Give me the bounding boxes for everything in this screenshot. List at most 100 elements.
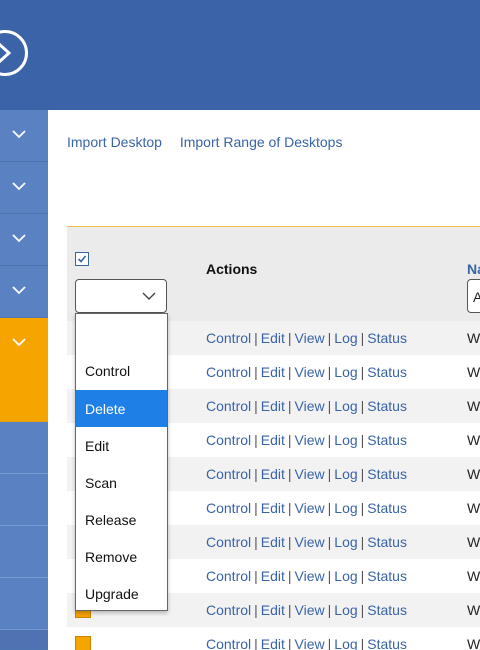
status-link[interactable]: Status: [367, 534, 407, 550]
view-link[interactable]: View: [295, 568, 325, 584]
control-link[interactable]: Control: [206, 432, 251, 448]
menu-option-scan[interactable]: Scan: [76, 464, 167, 501]
status-link[interactable]: Status: [367, 432, 407, 448]
edit-link[interactable]: Edit: [261, 534, 285, 550]
view-link[interactable]: View: [295, 466, 325, 482]
desktop-name: W: [467, 636, 480, 650]
separator: |: [327, 432, 332, 448]
sidebar-item-bottom[interactable]: [0, 630, 48, 650]
log-link[interactable]: Log: [334, 568, 357, 584]
view-link[interactable]: View: [295, 364, 325, 380]
menu-option-upgrade[interactable]: Upgrade: [76, 575, 167, 612]
circle-arrow-icon: [0, 42, 12, 64]
edit-link[interactable]: Edit: [261, 636, 285, 650]
edit-link[interactable]: Edit: [261, 466, 285, 482]
row-actions: Control | Edit | View | Log | Status: [206, 534, 407, 550]
import-desktop-link[interactable]: Import Desktop: [67, 134, 162, 150]
edit-link[interactable]: Edit: [261, 568, 285, 584]
separator: |: [287, 364, 292, 380]
separator: |: [287, 568, 292, 584]
import-links: Import Desktop Import Range of Desktops: [67, 134, 356, 150]
bulk-action-select[interactable]: [75, 279, 167, 313]
status-link[interactable]: Status: [367, 364, 407, 380]
row-actions: Control | Edit | View | Log | Status: [206, 636, 407, 650]
status-link[interactable]: Status: [367, 466, 407, 482]
row-actions: Control | Edit | View | Log | Status: [206, 466, 407, 482]
name-column-header[interactable]: Na: [467, 261, 480, 277]
import-range-link[interactable]: Import Range of Desktops: [180, 134, 343, 150]
chevron-down-icon: [12, 130, 26, 139]
edit-link[interactable]: Edit: [261, 432, 285, 448]
log-link[interactable]: Log: [334, 636, 357, 650]
status-link[interactable]: Status: [367, 398, 407, 414]
view-link[interactable]: View: [295, 534, 325, 550]
menu-option-release[interactable]: Release: [76, 501, 167, 538]
view-link[interactable]: View: [295, 432, 325, 448]
checkbox-checked-icon: [77, 255, 87, 263]
status-link[interactable]: Status: [367, 602, 407, 618]
log-link[interactable]: Log: [334, 364, 357, 380]
control-link[interactable]: Control: [206, 364, 251, 380]
name-filter-input[interactable]: A: [467, 279, 480, 313]
separator: |: [360, 330, 365, 346]
separator: |: [327, 364, 332, 380]
sidebar-item-3[interactable]: [0, 214, 48, 266]
status-link[interactable]: Status: [367, 330, 407, 346]
sidebar-subitem[interactable]: [0, 578, 48, 630]
desktop-name: W: [467, 602, 480, 618]
bulk-action-menu: Control Delete Edit Scan Release Remove Upgrad…: [75, 313, 168, 611]
control-link[interactable]: Control: [206, 568, 251, 584]
view-link[interactable]: View: [295, 330, 325, 346]
sidebar-subitem[interactable]: [0, 526, 48, 578]
separator: |: [254, 432, 258, 448]
log-link[interactable]: Log: [334, 330, 357, 346]
menu-option-blank[interactable]: [76, 314, 167, 351]
control-link[interactable]: Control: [206, 466, 251, 482]
sidebar-item-2[interactable]: [0, 162, 48, 214]
view-link[interactable]: View: [295, 398, 325, 414]
status-link[interactable]: Status: [367, 636, 407, 650]
status-link[interactable]: Status: [367, 500, 407, 516]
edit-link[interactable]: Edit: [261, 398, 285, 414]
edit-link[interactable]: Edit: [261, 602, 285, 618]
control-link[interactable]: Control: [206, 534, 251, 550]
desktop-name: W: [467, 398, 480, 414]
menu-option-remove[interactable]: Remove: [76, 538, 167, 575]
logo[interactable]: [0, 30, 28, 76]
log-link[interactable]: Log: [334, 398, 357, 414]
log-link[interactable]: Log: [334, 500, 357, 516]
table-row: Control | Edit | View | Log | Status W: [67, 627, 480, 650]
edit-link[interactable]: Edit: [261, 364, 285, 380]
control-link[interactable]: Control: [206, 500, 251, 516]
menu-option-edit[interactable]: Edit: [76, 427, 167, 464]
sidebar-item-1[interactable]: [0, 110, 48, 162]
menu-option-delete[interactable]: Delete: [76, 390, 167, 427]
control-link[interactable]: Control: [206, 602, 251, 618]
log-link[interactable]: Log: [334, 432, 357, 448]
separator: |: [287, 398, 292, 414]
edit-link[interactable]: Edit: [261, 330, 285, 346]
status-link[interactable]: Status: [367, 568, 407, 584]
row-actions: Control | Edit | View | Log | Status: [206, 568, 407, 584]
log-link[interactable]: Log: [334, 602, 357, 618]
view-link[interactable]: View: [295, 602, 325, 618]
sidebar-item-active[interactable]: [0, 318, 48, 370]
log-link[interactable]: Log: [334, 534, 357, 550]
sidebar-item-4[interactable]: [0, 266, 48, 318]
view-link[interactable]: View: [295, 500, 325, 516]
select-all-checkbox[interactable]: [75, 252, 89, 266]
row-checkbox[interactable]: [75, 636, 91, 650]
edit-link[interactable]: Edit: [261, 500, 285, 516]
separator: |: [254, 636, 258, 650]
menu-option-control[interactable]: Control: [76, 352, 167, 389]
view-link[interactable]: View: [295, 636, 325, 650]
sidebar-subitem[interactable]: [0, 474, 48, 526]
separator: |: [360, 636, 365, 650]
control-link[interactable]: Control: [206, 398, 251, 414]
sidebar-subitem-selected[interactable]: [0, 370, 48, 422]
control-link[interactable]: Control: [206, 330, 251, 346]
row-actions: Control | Edit | View | Log | Status: [206, 432, 407, 448]
control-link[interactable]: Control: [206, 636, 251, 650]
sidebar-subitem[interactable]: [0, 422, 48, 474]
log-link[interactable]: Log: [334, 466, 357, 482]
